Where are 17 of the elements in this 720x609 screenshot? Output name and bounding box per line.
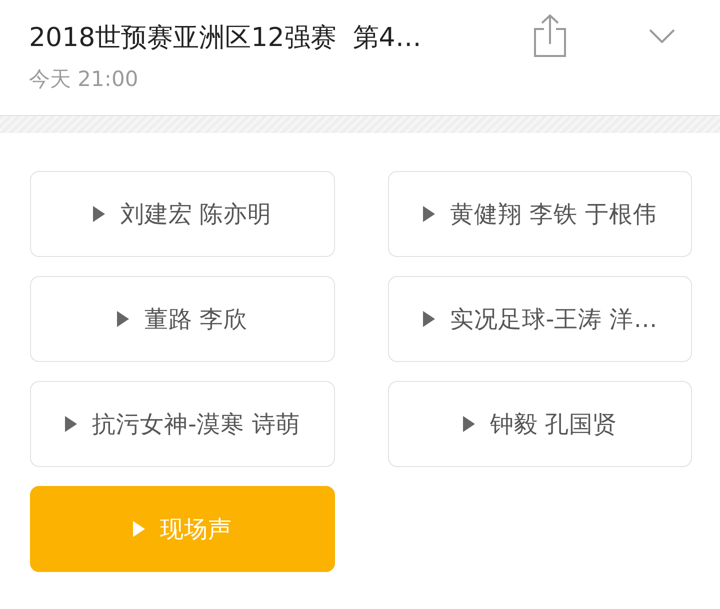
share-icon[interactable] xyxy=(533,14,567,57)
audio-channel-button[interactable]: 抗污女神-漠寒 诗萌 xyxy=(30,381,335,467)
audio-channel-button[interactable]: 董路 李欣 xyxy=(30,276,335,362)
time-label: 今天 21:00 xyxy=(29,66,138,93)
play-icon xyxy=(93,206,106,222)
audio-channel-button[interactable]: 刘建宏 陈亦明 xyxy=(30,171,335,257)
play-icon xyxy=(133,521,145,537)
audio-channel-button[interactable]: 实况足球-王涛 洋… xyxy=(388,276,692,362)
page-title: 2018世预赛亚洲区12强赛 第4… xyxy=(29,22,422,55)
play-icon xyxy=(117,311,130,327)
play-icon xyxy=(422,311,435,327)
chevron-down-icon[interactable] xyxy=(649,29,675,43)
play-icon xyxy=(65,416,78,432)
audio-channel-button[interactable]: 钟毅 孔国贤 xyxy=(388,381,692,467)
play-icon xyxy=(423,206,436,222)
audio-channel-button[interactable]: 黄健翔 李铁 于根伟 xyxy=(388,171,692,257)
play-icon xyxy=(462,416,475,432)
